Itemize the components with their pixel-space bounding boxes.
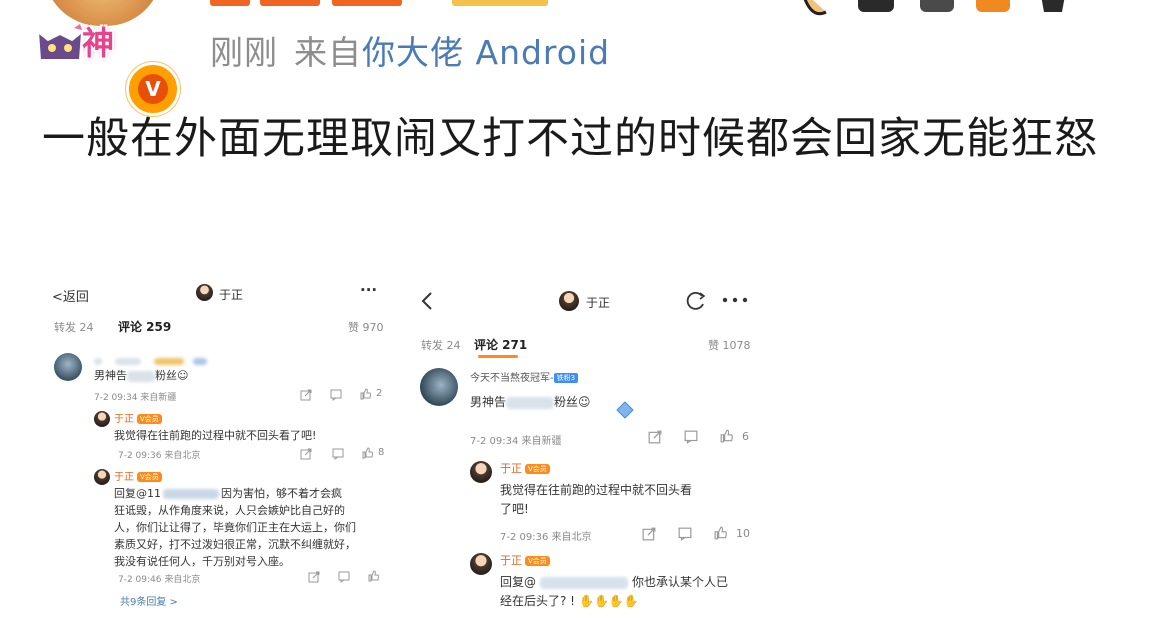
member-badge: V会员 xyxy=(525,556,550,566)
post-source-link[interactable]: 你大佬 Android xyxy=(362,33,610,72)
comment-like-count: 2 xyxy=(376,388,383,399)
active-tab-indicator xyxy=(478,355,518,358)
tab-comments[interactable]: 评论 259 xyxy=(118,318,171,335)
author-avatar xyxy=(559,291,579,311)
reply-user[interactable]: 于正 V会员 xyxy=(114,410,162,425)
reply-meta: 7-2 09:36 来自北京 xyxy=(500,532,592,543)
share-icon[interactable] xyxy=(648,430,662,444)
name-fragment xyxy=(260,0,320,6)
decorative-sticker xyxy=(803,0,1065,16)
share-icon[interactable] xyxy=(300,389,312,401)
reply-text: 我觉得在往前跑的过程中就不回头看 了吧! xyxy=(500,483,693,516)
commenter-avatar[interactable] xyxy=(54,353,82,381)
more-icon[interactable] xyxy=(722,297,748,303)
diamond-sticker-icon xyxy=(616,401,634,419)
reply-meta: 7-2 09:36 来自北京 xyxy=(118,451,201,461)
comment-meta: 7-2 09:34 来自新疆 xyxy=(470,436,562,447)
member-badge: V会员 xyxy=(137,472,162,482)
repost-count[interactable]: 转发 24 xyxy=(54,319,94,335)
repost-count[interactable]: 转发 24 xyxy=(421,337,461,353)
member-badge: V会员 xyxy=(525,464,550,474)
reply-icon[interactable] xyxy=(330,389,342,401)
reply-user[interactable]: 于正 V会员 xyxy=(500,552,550,568)
comment-text: 男神告 粉丝☺ xyxy=(470,395,591,409)
more-replies-link[interactable]: 共9条回复 > xyxy=(120,593,178,608)
thumbs-up-icon[interactable] xyxy=(714,526,728,540)
reply-avatar[interactable] xyxy=(470,461,492,483)
reply-icon[interactable] xyxy=(678,527,692,541)
comment-like-count: 6 xyxy=(742,430,749,443)
reply-avatar[interactable] xyxy=(94,411,110,427)
share-icon[interactable] xyxy=(642,527,656,541)
thumbs-up-icon[interactable] xyxy=(368,570,380,582)
comment-screenshot-1[interactable]: <返回 于正 ··· 转发 24 评论 259 赞 970 男神告 粉丝☺ 7-2… xyxy=(40,275,398,623)
comment-screenshot-2[interactable]: 于正 转发 24 评论 271 赞 1078 今天不当熬夜冠军- 铁粉3 男神告粉… xyxy=(410,275,760,623)
reply-text: 回复@11 因为害怕，够不着才会疯 狂诋毁，从作角度来说，人只会嫉妒比自己好的 人… xyxy=(114,487,356,568)
post-from-label: 来自 xyxy=(294,33,362,72)
thumbs-up-icon[interactable] xyxy=(720,429,734,443)
avatar-badge-text: 神 xyxy=(82,24,115,62)
reply-avatar[interactable] xyxy=(94,469,110,485)
reply-user[interactable]: 于正 V会员 xyxy=(500,460,550,476)
reply-text: 我觉得在往前跑的过程中就不回头看了吧! xyxy=(114,429,317,442)
thumbs-up-icon[interactable] xyxy=(362,447,374,459)
commenter-avatar[interactable] xyxy=(420,368,458,406)
back-button[interactable]: <返回 xyxy=(52,286,89,305)
member-badge: V会员 xyxy=(137,414,162,424)
username-strip[interactable] xyxy=(210,0,550,6)
reply-like-count: 10 xyxy=(736,527,750,540)
more-icon[interactable]: ··· xyxy=(360,281,377,299)
author-avatar xyxy=(196,284,213,301)
reply-text: 回复@ 你也承认某个人已 经在后头了? ! ✋✋✋✋ xyxy=(500,575,729,608)
post-time: 刚刚 xyxy=(210,33,278,72)
refresh-icon[interactable] xyxy=(686,291,708,311)
name-fragment xyxy=(332,0,402,6)
tab-comments[interactable]: 评论 271 xyxy=(474,336,527,353)
thumbs-up-icon[interactable] xyxy=(360,388,372,400)
commenter-name-blurred[interactable] xyxy=(94,351,208,365)
author-title: 于正 xyxy=(586,296,611,310)
smile-emoji-icon: ☺ xyxy=(177,369,189,382)
reply-user[interactable]: 于正 V会员 xyxy=(114,468,162,483)
name-fragment xyxy=(210,0,250,6)
commenter-name[interactable]: 今天不当熬夜冠军- 铁粉3 xyxy=(470,369,579,384)
share-icon[interactable] xyxy=(300,448,312,460)
comment-meta: 7-2 09:34 来自新疆 xyxy=(94,393,177,403)
reply-meta: 7-2 09:46 来自北京 xyxy=(118,575,201,585)
reply-icon[interactable] xyxy=(684,430,698,444)
clap-emoji-icons: ✋✋✋✋ xyxy=(579,594,639,608)
author-title: 于正 xyxy=(219,288,244,302)
reply-icon[interactable] xyxy=(332,448,344,460)
comment-text: 男神告 粉丝☺ xyxy=(94,369,189,382)
reply-icon[interactable] xyxy=(338,571,350,583)
cat-icon xyxy=(36,24,84,61)
fan-badge: 铁粉3 xyxy=(553,373,579,383)
reply-avatar[interactable] xyxy=(470,553,492,575)
member-badge xyxy=(452,0,548,6)
chevron-left-icon: < xyxy=(52,290,63,305)
reply-like-count: 8 xyxy=(378,447,385,458)
share-icon[interactable] xyxy=(308,571,320,583)
smile-emoji-icon: ☺ xyxy=(578,395,591,409)
post-meta: 刚刚 来自你大佬 Android xyxy=(210,26,610,74)
back-arrow-icon[interactable] xyxy=(420,291,434,311)
like-count[interactable]: 赞 1078 xyxy=(708,337,751,353)
like-count[interactable]: 赞 970 xyxy=(348,319,384,335)
post-text: 一般在外面无理取闹又打不过的时候都会回家无能狂怒 xyxy=(42,114,1098,164)
